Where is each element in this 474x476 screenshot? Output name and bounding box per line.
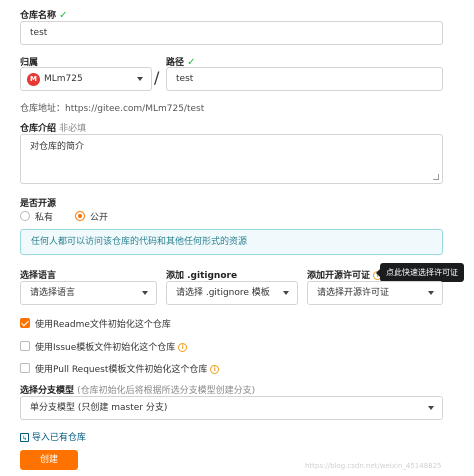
- pr-label: 使用Pull Request模板文件初始化这个仓库 i: [35, 362, 220, 375]
- description-value: 对仓库的简介: [30, 142, 85, 152]
- radio-private[interactable]: [20, 211, 30, 221]
- license-tooltip: 点此快速选择许可证: [376, 263, 464, 282]
- repo-name-input[interactable]: test: [20, 21, 443, 45]
- repo-name-label: 仓库名称 ✓: [20, 10, 68, 21]
- language-select[interactable]: 请选择语言: [20, 281, 157, 305]
- optional-hint: 非必填: [59, 124, 87, 134]
- gitignore-value: 请选择 .gitignore 模板: [176, 288, 270, 298]
- radio-public[interactable]: [75, 211, 85, 221]
- repo-name-value: test: [30, 28, 48, 38]
- readme-checkbox[interactable]: [20, 318, 30, 328]
- visibility-option-private[interactable]: 私有: [20, 210, 70, 223]
- visibility-label: 是否开源: [20, 199, 57, 209]
- avatar: M: [27, 73, 40, 86]
- watermark: https://blog.csdn.net/weixin_45148825: [305, 462, 442, 470]
- visibility-option-public[interactable]: 公开: [75, 210, 125, 223]
- gitignore-label: 添加 .gitignore: [166, 271, 238, 281]
- license-select[interactable]: 请选择开源许可证: [307, 281, 443, 305]
- branch-model-hint: (仓库初始化后将根据所选分支模型创建分支): [77, 386, 256, 396]
- description-label: 仓库介绍 非必填: [20, 124, 87, 134]
- init-pr-option[interactable]: 使用Pull Request模板文件初始化这个仓库 i: [20, 362, 220, 375]
- pr-checkbox[interactable]: [20, 363, 30, 373]
- branch-model-value: 单分支模型 (只创建 master 分支): [30, 403, 168, 413]
- description-textarea[interactable]: 对仓库的简介: [20, 134, 443, 184]
- owner-select[interactable]: M MLm725: [20, 67, 152, 91]
- branch-model-select[interactable]: 单分支模型 (只创建 master 分支): [20, 396, 443, 420]
- path-separator: /: [154, 68, 160, 87]
- path-value: test: [176, 74, 194, 84]
- radio-label-private: 私有: [35, 213, 54, 223]
- repo-url: 仓库地址：https://gitee.com/MLm725/test: [20, 104, 205, 114]
- readme-label: 使用Readme文件初始化这个仓库: [35, 320, 171, 330]
- chevron-down-icon: [283, 291, 289, 295]
- issue-checkbox[interactable]: [20, 341, 30, 351]
- license-label: 添加开源许可证 i: [307, 268, 383, 281]
- chevron-down-icon: [428, 291, 434, 295]
- path-input[interactable]: test: [166, 67, 443, 91]
- license-value: 请选择开源许可证: [317, 288, 390, 298]
- import-icon: ↳: [20, 433, 29, 442]
- chevron-down-icon: [428, 406, 434, 410]
- create-button[interactable]: 创建: [20, 450, 78, 470]
- init-issue-option[interactable]: 使用Issue模板文件初始化这个仓库 i: [20, 340, 220, 353]
- init-readme-option[interactable]: 使用Readme文件初始化这个仓库: [20, 317, 220, 330]
- issue-label: 使用Issue模板文件初始化这个仓库 i: [35, 340, 188, 353]
- gitignore-select[interactable]: 请选择 .gitignore 模板: [166, 281, 298, 305]
- resize-handle[interactable]: [433, 174, 439, 180]
- import-repo-link[interactable]: ↳ 导入已有仓库: [20, 430, 86, 443]
- visibility-message: 任何人都可以访问该仓库的代码和其他任何形式的资源: [20, 229, 443, 255]
- owner-value: MLm725: [44, 74, 83, 84]
- check-icon: ✓: [59, 10, 68, 21]
- branch-model-label: 选择分支模型 (仓库初始化后将根据所选分支模型创建分支): [20, 386, 256, 396]
- radio-label-public: 公开: [90, 213, 109, 223]
- chevron-down-icon: [142, 291, 148, 295]
- info-icon[interactable]: i: [210, 365, 220, 374]
- chevron-down-icon: [137, 77, 143, 81]
- info-icon[interactable]: i: [178, 343, 188, 352]
- language-label: 选择语言: [20, 271, 57, 281]
- language-value: 请选择语言: [30, 288, 76, 298]
